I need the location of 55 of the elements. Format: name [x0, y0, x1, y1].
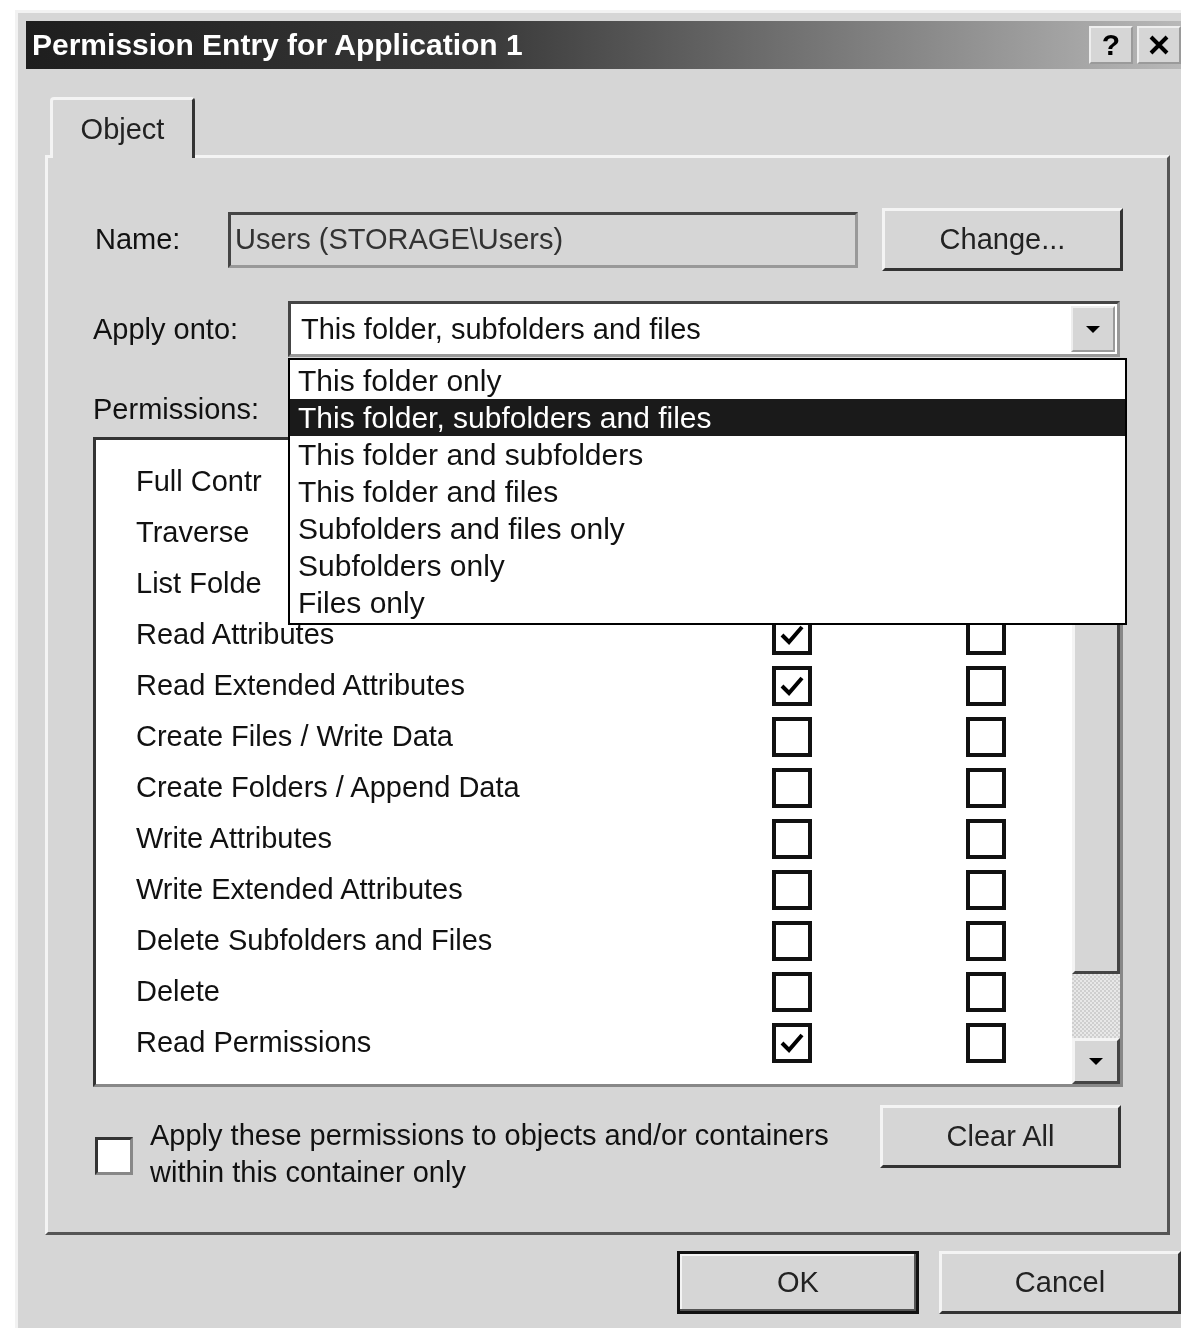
allow-checkbox[interactable] — [772, 971, 812, 1012]
permission-name: List Folde — [136, 567, 262, 600]
allow-checkbox[interactable] — [772, 1022, 812, 1063]
allow-checkbox[interactable] — [772, 716, 812, 757]
permission-name: Create Files / Write Data — [136, 720, 453, 753]
allow-checkbox[interactable] — [772, 767, 812, 808]
allow-checkbox[interactable] — [772, 665, 812, 706]
permission-name: Write Extended Attributes — [136, 873, 463, 906]
dropdown-option[interactable]: This folder, subfolders and files — [290, 399, 1125, 436]
tab[interactable]: Object — [50, 97, 195, 158]
permission-name: Read Attributes — [136, 618, 335, 651]
permission-name: Read Extended Attributes — [136, 669, 465, 702]
deny-checkbox[interactable] — [966, 818, 1006, 859]
permission-name: Delete Subfolders and Files — [136, 924, 493, 957]
close-button[interactable] — [1137, 26, 1181, 64]
close-icon — [1148, 34, 1170, 56]
deny-checkbox[interactable] — [966, 971, 1006, 1012]
allow-checkbox[interactable] — [772, 920, 812, 961]
deny-checkbox[interactable] — [966, 920, 1006, 961]
name-label: Name: — [95, 223, 182, 256]
deny-checkbox[interactable] — [966, 869, 1006, 910]
check-icon — [779, 1031, 805, 1054]
permission-name: Read Permissions — [136, 1026, 372, 1059]
dropdown-option[interactable]: This folder and subfolders — [290, 436, 1125, 473]
checkbox-label: Apply these permissions to objects and/or containers within this container only — [150, 1118, 830, 1190]
cancel-button[interactable]: Cancel — [939, 1251, 1181, 1314]
checkbox[interactable] — [95, 1137, 133, 1175]
permission-name: Create Folders / Append Data — [136, 771, 520, 804]
scroll-down-button[interactable] — [1072, 1038, 1120, 1084]
dropdown-option[interactable]: This folder and files — [290, 473, 1125, 510]
deny-checkbox[interactable] — [966, 1022, 1006, 1063]
deny-checkbox[interactable] — [966, 767, 1006, 808]
dropdown-option[interactable]: Subfolders and files only — [290, 510, 1125, 547]
apply-onto-label: Apply onto: — [93, 312, 240, 346]
deny-checkbox[interactable] — [966, 716, 1006, 757]
dropdown-option[interactable]: This folder only — [290, 362, 1125, 399]
dropdown-option[interactable]: Files only — [290, 584, 1125, 621]
permission-name: Traverse — [136, 516, 250, 549]
allow-checkbox[interactable] — [772, 818, 812, 859]
dropdown-option[interactable]: Subfolders only — [290, 547, 1125, 584]
deny-checkbox[interactable] — [966, 665, 1006, 706]
clear-all-button[interactable]: Clear All — [880, 1105, 1121, 1168]
permissions-label: Permissions: — [93, 393, 259, 427]
down-arrow-icon — [1087, 1056, 1105, 1066]
check-icon — [779, 674, 805, 697]
window-title: Permission Entry for Application 1 — [32, 28, 523, 62]
name-field: Users (STORAGE\Users) — [228, 211, 858, 268]
ok-button[interactable]: OK — [677, 1251, 919, 1314]
allow-checkbox[interactable] — [772, 869, 812, 910]
permission-name: Full Contr — [136, 465, 262, 498]
permission-name: Delete — [136, 975, 220, 1008]
help-button[interactable]: ? — [1089, 26, 1133, 64]
apply-onto-dropdown[interactable]: This folder, subfolders and files — [288, 301, 1120, 357]
permission-name: Write Attributes — [136, 822, 333, 855]
change-button[interactable]: Change... — [882, 208, 1123, 271]
